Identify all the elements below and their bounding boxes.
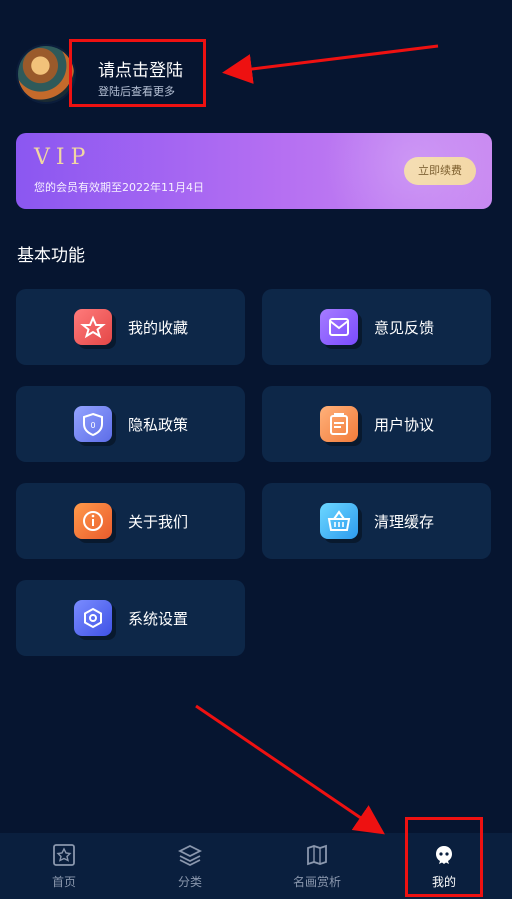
basket-icon (320, 503, 358, 539)
feature-label: 我的收藏 (128, 319, 189, 337)
avatar[interactable] (18, 46, 74, 102)
feature-user-agreement[interactable]: 用户协议 (262, 386, 491, 462)
section-title-basic-features: 基本功能 (17, 246, 85, 266)
star-icon (74, 309, 112, 345)
vip-title: VIP (34, 145, 92, 170)
login-highlight-box (69, 39, 206, 107)
feature-label: 系统设置 (128, 610, 189, 628)
feature-label: 隐私政策 (128, 416, 189, 434)
feature-label: 用户协议 (374, 416, 435, 434)
tab-label: 首页 (51, 875, 76, 889)
tab-category[interactable]: 分类 (130, 833, 250, 899)
tab-label: 分类 (177, 875, 202, 889)
tab-label: 名画赏析 (292, 875, 341, 889)
clipboard-icon (320, 406, 358, 442)
feature-privacy[interactable]: 0 隐私政策 (16, 386, 245, 462)
vip-expiry-text: 您的会员有效期至2022年11月4日 (34, 181, 204, 194)
svg-text:0: 0 (90, 421, 95, 430)
feature-label: 关于我们 (128, 513, 189, 531)
renew-button[interactable]: 立即续费 (404, 157, 476, 185)
mail-icon (320, 309, 358, 345)
feature-settings[interactable]: 系统设置 (16, 580, 245, 656)
vip-card[interactable]: VIP 您的会员有效期至2022年11月4日 立即续费 (16, 133, 492, 209)
layers-icon (178, 844, 202, 867)
shield-icon: 0 (74, 406, 112, 442)
feature-about-us[interactable]: 关于我们 (16, 483, 245, 559)
feature-label: 意见反馈 (374, 319, 435, 337)
feature-label: 清理缓存 (374, 513, 435, 531)
settings-icon (74, 600, 112, 636)
feature-feedback[interactable]: 意见反馈 (262, 289, 491, 365)
feature-clear-cache[interactable]: 清理缓存 (262, 483, 491, 559)
info-icon (74, 503, 112, 539)
tab-highlight-box (405, 817, 483, 897)
tab-masterpieces[interactable]: 名画赏析 (257, 833, 377, 899)
tab-home[interactable]: 首页 (4, 833, 124, 899)
map-icon (307, 844, 327, 866)
feature-favorites[interactable]: 我的收藏 (16, 289, 245, 365)
home-icon (53, 844, 75, 866)
